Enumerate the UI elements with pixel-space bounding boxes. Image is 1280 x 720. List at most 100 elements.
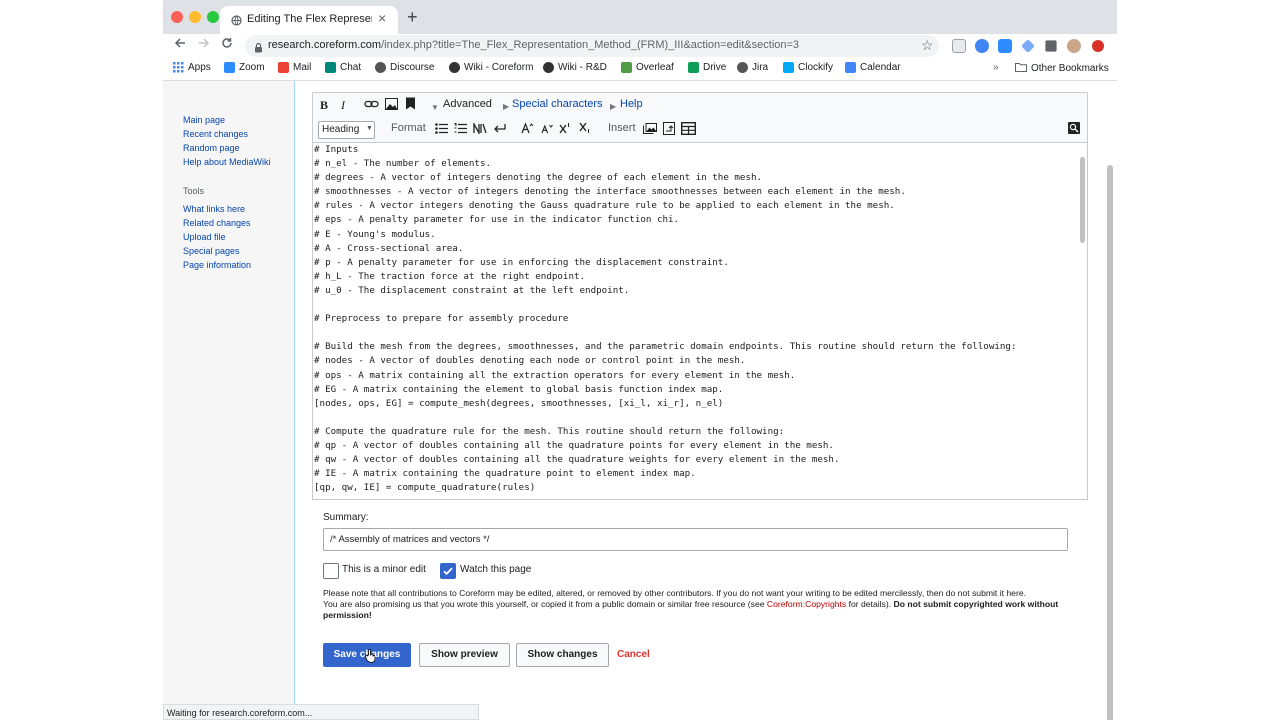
zoom-icon [224,62,235,73]
tools-link-related-changes[interactable]: Related changes [183,218,271,229]
status-bar: Waiting for research.coreform.com... [163,704,479,720]
bookmark-label: Calendar [860,62,901,73]
numbered-list-icon[interactable] [454,123,467,137]
sidebar-link-random-page[interactable]: Random page [183,143,271,154]
tools-link-upload-file[interactable]: Upload file [183,232,271,243]
pen-extension-icon[interactable] [1021,39,1035,53]
wikitext-editor: B I ▼ Advanced ▶ Special characters ▶ He… [312,92,1088,500]
jira-icon [737,62,748,73]
watch-page-checkbox[interactable] [440,563,456,579]
sidebar-link-help-about-mediawiki[interactable]: Help about MediaWiki [183,157,271,168]
big-text-icon[interactable] [521,122,534,137]
bold-button[interactable]: B [320,98,328,112]
bookmark-star-icon[interactable]: ☆ [921,37,934,54]
cancel-link[interactable]: Cancel [617,649,650,660]
heading-select[interactable]: Heading ▼ [318,121,375,139]
close-tab-icon[interactable]: × [378,11,386,25]
bulleted-list-icon[interactable] [435,123,448,137]
forward-arrow-icon[interactable] [198,37,210,53]
code-line: # p - A penalty parameter for use in enf… [314,256,729,268]
redirect-icon[interactable] [663,122,675,138]
special-characters-toggle[interactable]: Special characters [512,98,603,110]
bookmark-drive[interactable]: Drive [688,62,726,73]
code-line: [nodes, ops, EG] = compute_mesh(degrees,… [314,397,724,409]
drive-icon [688,62,699,73]
superscript-icon[interactable] [559,122,572,137]
zoom-extension-icon[interactable] [998,39,1012,53]
new-tab-button[interactable]: + [407,8,418,26]
show-preview-button[interactable]: Show preview [419,643,510,667]
code-line: # A - Cross-sectional area. [314,242,464,254]
textarea-scrollbar[interactable] [1080,157,1085,243]
table-icon[interactable] [680,121,697,138]
bookmark-jira[interactable]: Jira [737,62,768,73]
bookmark-calendar[interactable]: Calendar [845,62,901,73]
zoom-window-button[interactable] [207,11,219,23]
bookmark-mail[interactable]: Mail [278,62,311,73]
summary-input[interactable]: /* Assembly of matrices and vectors */ [323,528,1068,551]
advanced-toggle[interactable]: Advanced [443,98,492,110]
italic-button[interactable]: I [341,98,345,112]
bookmark-label: Discourse [390,62,435,73]
bookmark-label: Drive [703,62,727,73]
newline-icon[interactable] [493,123,506,137]
wikitext-textarea[interactable]: # Inputs # n_el - The number of elements.… [313,143,1087,499]
bookmark-wiki-rd[interactable]: Wiki - R&D [543,62,607,73]
address-bar[interactable]: research.coreform.com/index.php?title=Th… [245,35,939,57]
page-scrollbar[interactable] [1107,165,1113,720]
tools-link-what-links-here[interactable]: What links here [183,204,271,215]
code-line: # rules - A vector integers denoting the… [314,200,895,212]
tools-link-special-pages[interactable]: Special pages [183,246,271,257]
tab-editing[interactable]: Editing The Flex Representatio × [220,6,398,34]
other-bookmarks-folder[interactable]: Other Bookmarks [1015,62,1109,75]
image-icon[interactable] [385,98,398,113]
insert-group-label: Insert [608,122,636,134]
update-menu-icon[interactable] [1092,40,1104,52]
nowiki-icon[interactable] [473,121,487,137]
code-line: # IE - A matrix containing the quadratur… [314,468,696,480]
tools-heading: Tools [183,186,205,196]
profile-avatar[interactable] [1067,39,1081,53]
puzzle-extensions-icon[interactable] [1045,40,1057,52]
sidebar-link-main-page[interactable]: Main page [183,115,271,126]
reload-icon[interactable] [221,37,233,53]
tab-title: Editing The Flex Representatio [247,13,372,25]
copyrights-link[interactable]: Coreform:Copyrights [767,599,846,609]
code-line: # nodes - A vector of doubles denoting e… [314,355,746,367]
wiki-coreform-icon [449,62,460,73]
bookmark-wiki-coreform[interactable]: Wiki - Coreform [449,62,533,73]
bookmark-chat[interactable]: Chat [325,62,361,73]
bookmark-discourse[interactable]: Discourse [375,62,434,73]
chevron-down-icon: ▼ [366,125,373,132]
more-bookmarks-button[interactable]: » [993,62,999,73]
bookmark-apps[interactable]: Apps [173,62,211,73]
notice-paragraph-2: You are also promising us that you wrote… [323,599,1068,621]
bookmark-label: Apps [188,62,211,73]
link-icon[interactable] [364,98,379,112]
reader-extension-icon[interactable] [952,39,966,53]
bookmark-zoom[interactable]: Zoom [224,62,265,73]
gallery-icon[interactable] [643,123,657,137]
minor-edit-checkbox[interactable] [323,563,339,579]
help-toggle[interactable]: Help [620,98,643,110]
heading-select-value: Heading [322,124,360,135]
subscript-icon[interactable] [579,122,592,137]
search-replace-icon[interactable] [1068,122,1080,137]
close-window-button[interactable] [171,11,183,23]
tools-link-page-information[interactable]: Page information [183,260,271,271]
small-text-icon[interactable] [541,123,554,137]
advanced-triangle-icon: ▼ [431,103,439,112]
back-arrow-icon[interactable] [174,37,186,53]
code-line: # qp - A vector of doubles containing al… [314,439,834,451]
copyright-notice: Please note that all contributions to Co… [323,588,1068,621]
extension-icon[interactable] [975,39,989,53]
bookmark-clockify[interactable]: Clockify [783,62,833,73]
code-line: # n_el - The number of elements. [314,158,492,170]
minimize-window-button[interactable] [189,11,201,23]
reference-icon[interactable] [405,97,416,113]
show-changes-button[interactable]: Show changes [516,643,609,667]
sidebar-link-recent-changes[interactable]: Recent changes [183,129,271,140]
bookmark-overleaf[interactable]: Overleaf [621,62,674,73]
